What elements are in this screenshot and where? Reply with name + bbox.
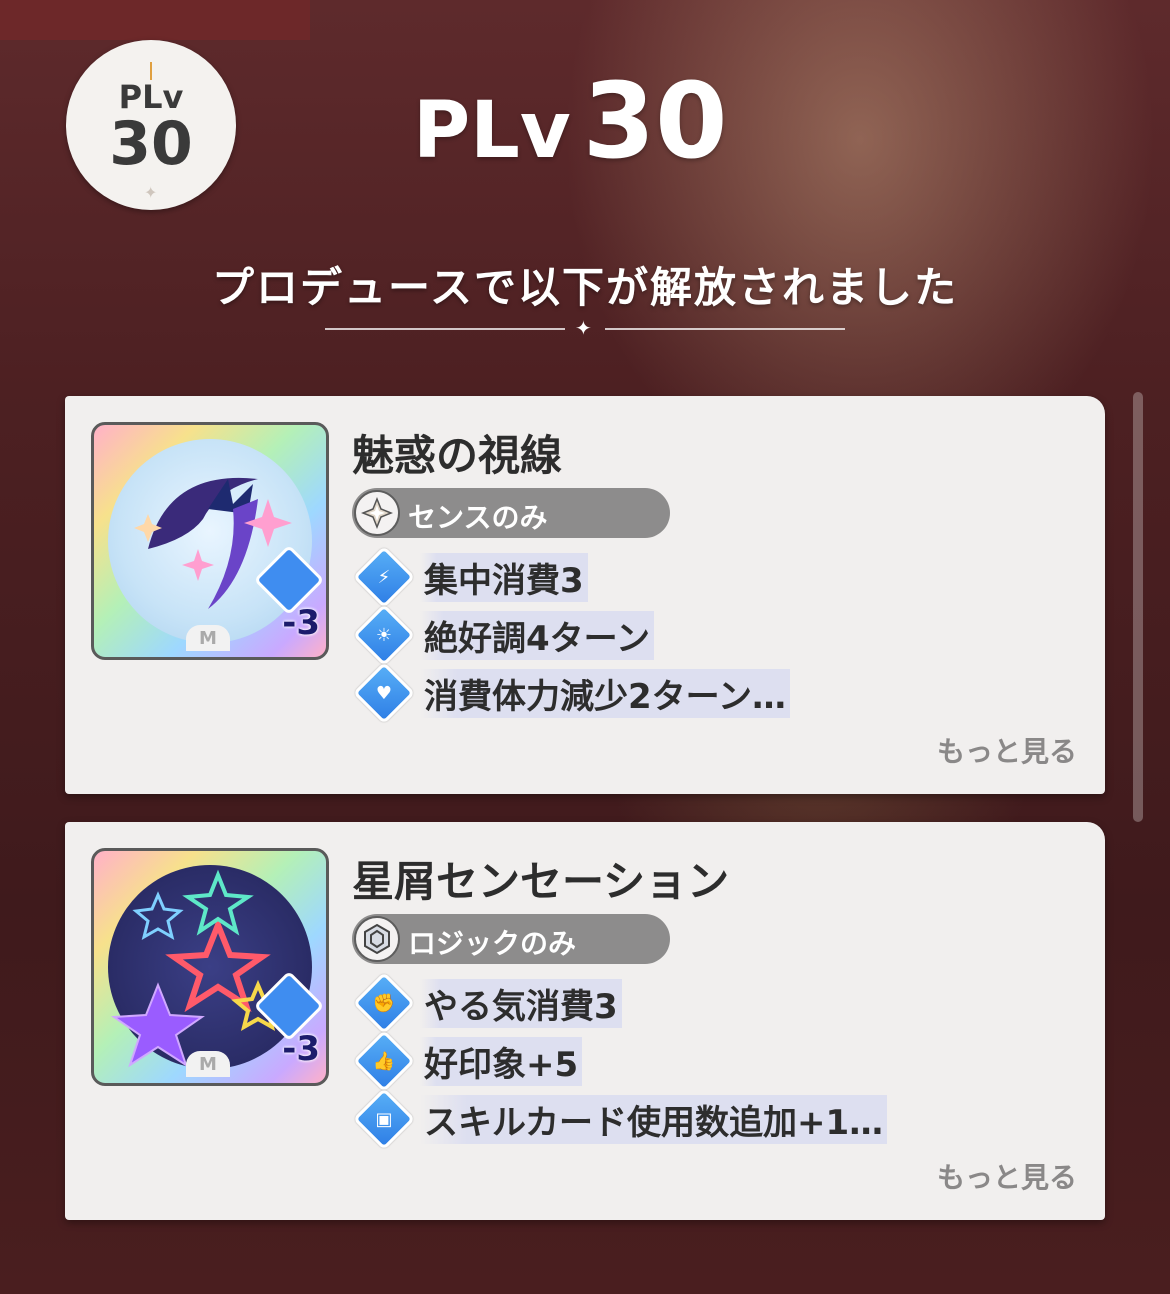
see-more-link[interactable]: もっと見る: [937, 1156, 1077, 1196]
effect-text: スキルカード使用数追加+1…: [420, 1094, 888, 1144]
effect-text: 絶好調4ターン: [420, 610, 654, 660]
effect-text: 消費体力減少2ターン…: [420, 668, 790, 718]
card-cost: -3: [282, 603, 320, 643]
level-number: 30: [582, 60, 728, 182]
sparkle-icon: ✦: [144, 183, 158, 202]
rarity-badge: M: [186, 1051, 230, 1077]
badge-accent: [150, 62, 152, 80]
badge-level-number: 30: [109, 109, 193, 179]
unlock-message: プロデュースで以下が解放されました: [212, 263, 958, 312]
plan-label: センスのみ: [408, 501, 548, 534]
card-cost: -3: [282, 1029, 320, 1069]
effect-row: ⚡ 集中消費3: [352, 545, 588, 609]
background-banner: [0, 0, 310, 40]
effect-text: 集中消費3: [420, 552, 588, 602]
effect-row: ▣ スキルカード使用数追加+1…: [352, 1087, 888, 1151]
card-title: 魅惑の視線: [352, 431, 563, 480]
motivation-icon: ✊: [352, 971, 416, 1035]
good-impression-icon: 👍: [352, 1029, 416, 1093]
scrollbar[interactable]: [1133, 392, 1143, 822]
effect-row: ☀ 絶好調4ターン: [352, 603, 654, 667]
sense-plan-icon: [354, 490, 400, 536]
effect-text: 好印象+5: [420, 1036, 583, 1086]
plan-label: ロジックのみ: [408, 927, 577, 960]
unlocked-card-1[interactable]: -3 M 魅惑の視線 センスのみ ⚡ 集中消費3 ☀ 絶好調4ターン ♥ 消費体…: [65, 396, 1105, 794]
effect-row: ✊ やる気消費3: [352, 971, 622, 1035]
divider: ✦: [325, 316, 845, 340]
logic-plan-icon: [354, 916, 400, 962]
plan-badge: センスのみ: [352, 488, 670, 538]
level-prefix: PLv: [413, 86, 571, 176]
card-art: -3 M: [91, 422, 329, 660]
good-condition-icon: ☀: [352, 603, 416, 667]
effect-text: やる気消費3: [420, 978, 622, 1028]
card-art: -3 M: [91, 848, 329, 1086]
sparkle-icon: ✦: [575, 316, 592, 340]
player-level-badge: PLv 30 ✦: [66, 40, 236, 210]
card-title: 星屑センセーション: [352, 857, 730, 906]
effect-row: ♥ 消費体力減少2ターン…: [352, 661, 790, 725]
stamina-reduction-icon: ♥: [352, 661, 416, 725]
skill-card-use-icon: ▣: [352, 1087, 416, 1151]
player-level-title: PLv 30: [413, 60, 727, 182]
see-more-link[interactable]: もっと見る: [937, 730, 1077, 770]
focus-icon: ⚡: [352, 545, 416, 609]
effect-row: 👍 好印象+5: [352, 1029, 583, 1093]
plan-badge: ロジックのみ: [352, 914, 670, 964]
unlocked-card-2[interactable]: -3 M 星屑センセーション ロジックのみ ✊ やる気消費3 👍 好印象+5 ▣…: [65, 822, 1105, 1220]
rarity-badge: M: [186, 625, 230, 651]
